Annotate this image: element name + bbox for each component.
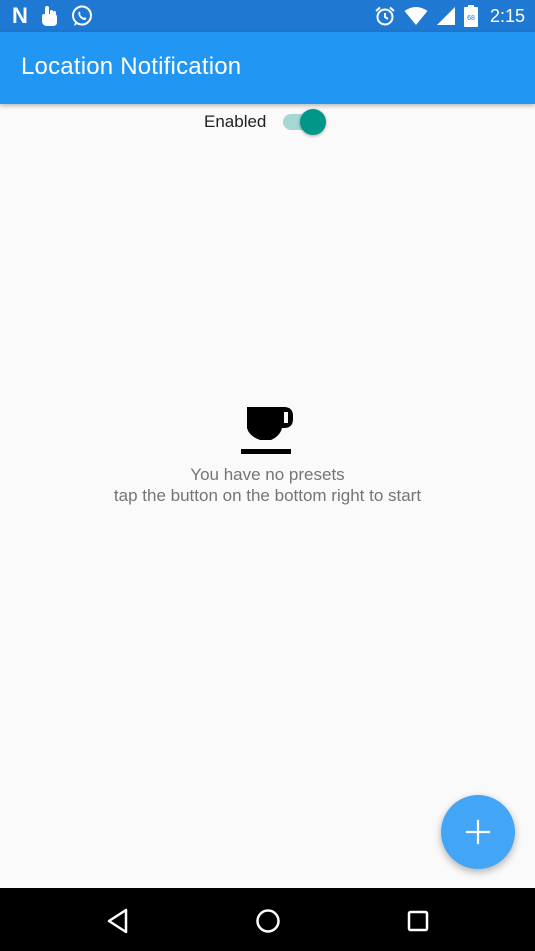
app-title: Location Notification bbox=[21, 53, 242, 80]
switch-thumb[interactable] bbox=[300, 109, 326, 135]
coffee-cup-icon bbox=[240, 405, 296, 455]
plus-icon bbox=[465, 819, 491, 845]
signal-icon bbox=[436, 6, 456, 26]
navigation-bar bbox=[0, 888, 535, 951]
whatsapp-icon bbox=[70, 4, 94, 28]
battery-icon: 68 bbox=[463, 5, 478, 27]
recents-button[interactable] bbox=[403, 906, 433, 936]
netflix-icon: N bbox=[12, 3, 28, 28]
battery-level-text: 68 bbox=[467, 15, 475, 22]
home-button[interactable] bbox=[253, 906, 283, 936]
enabled-row: Enabled bbox=[0, 104, 535, 140]
alarm-icon bbox=[374, 5, 396, 27]
empty-state-title: You have no presets bbox=[190, 465, 345, 484]
app-bar: Location Notification bbox=[0, 32, 535, 104]
empty-state-hint: tap the button on the bottom right to st… bbox=[113, 486, 422, 505]
status-right-icons: 68 2:15 bbox=[374, 4, 525, 28]
back-button[interactable] bbox=[103, 906, 133, 936]
status-time: 2:15 bbox=[489, 5, 525, 26]
back-icon bbox=[107, 908, 128, 934]
touch-icon bbox=[38, 4, 60, 28]
enabled-switch[interactable] bbox=[283, 109, 327, 135]
wifi-icon bbox=[404, 6, 428, 26]
add-preset-button[interactable] bbox=[441, 795, 515, 869]
enabled-label: Enabled bbox=[204, 112, 267, 131]
status-bar: N 68 2:15 bbox=[0, 0, 535, 32]
home-icon bbox=[256, 909, 280, 933]
recents-icon bbox=[407, 910, 429, 932]
status-left-icons: N bbox=[12, 4, 94, 28]
screen: N 68 2:15 Location Notification Enabled … bbox=[0, 0, 535, 951]
